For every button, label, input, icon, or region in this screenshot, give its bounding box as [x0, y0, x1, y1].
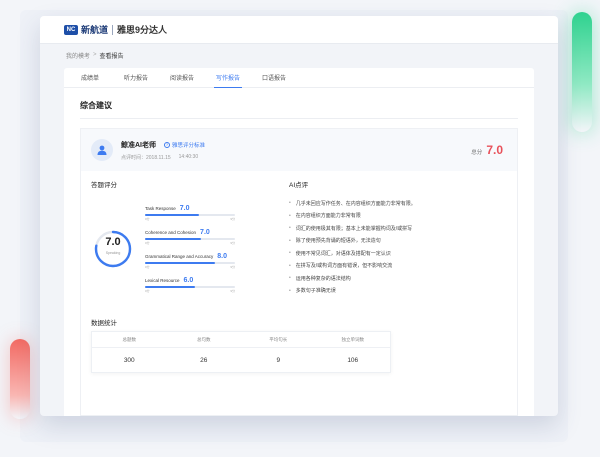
criterion-task-response: Task Response 7.0 0分 9分	[145, 205, 235, 221]
score-section-title: 答题评分	[91, 182, 117, 189]
tab-listening-report[interactable]: 听力报告	[114, 68, 158, 87]
criterion-name: Task Response	[145, 206, 176, 211]
advice-card: 鲸准AI老师 ? 雅思评分标准 点评时间：2018.11.15 14:40:30…	[80, 128, 518, 416]
stat-value: 106	[347, 356, 359, 364]
ai-comment: 在拼写及/或构词方面有错误，但不影响交流	[289, 260, 509, 273]
stat-total-questions: 总题数 300	[92, 332, 167, 372]
ai-comment: 多数句子准确无误	[289, 285, 509, 298]
decorative-red-bar	[10, 339, 30, 419]
avatar	[91, 139, 113, 161]
scale-min: 0分	[145, 265, 150, 269]
breadcrumb-parent[interactable]: 我的模考	[66, 51, 90, 60]
score-panel: 7.0 Speaking Task Response 7.0 0分 9分 Cohe…	[91, 199, 271, 299]
breadcrumb-current: 查看报告	[99, 53, 124, 60]
review-time: 点评时间：2018.11.15 14:40:30	[121, 154, 205, 161]
scale-min: 0分	[145, 241, 150, 245]
criterion-grammatical-range: Grammatical Range and Accuracy 8.0 0分 9分	[145, 253, 235, 269]
stats-table: 总题数 300 总句数 26 平均句长 9 独立单词数 106	[91, 331, 391, 373]
criterion-bar-fill	[145, 238, 201, 240]
total-score-value: 7.0	[486, 143, 503, 157]
criterion-score: 7.0	[200, 229, 210, 236]
criterion-bar-fill	[145, 262, 216, 264]
total-score: 总分 7.0	[471, 143, 503, 157]
scale-min: 0分	[145, 217, 150, 221]
criterion-bar	[145, 238, 235, 240]
ai-comments-list: 几乎未回应写作任务、在内容组织方面能力非常有限。 在内容组织方面能力非常有限 词…	[289, 197, 509, 297]
section-divider	[80, 118, 518, 119]
scoring-standard-label: 雅思评分标准	[172, 142, 206, 149]
stat-value: 9	[276, 356, 281, 364]
review-date: 点评时间：2018.11.15	[121, 154, 171, 161]
ai-comment: 几乎未回应写作任务、在内容组织方面能力非常有限。	[289, 197, 509, 210]
review-clock: 14:40:30	[178, 153, 199, 160]
stat-value: 26	[200, 356, 208, 364]
scoring-standard-link[interactable]: ? 雅思评分标准	[164, 141, 205, 149]
criterion-coherence-cohesion: Coherence and Cohesion 7.0 0分 9分	[145, 229, 235, 245]
tab-reading-report[interactable]: 阅读报告	[160, 68, 204, 87]
overall-score-ring	[94, 230, 132, 268]
criterion-name: Coherence and Cohesion	[145, 230, 197, 235]
stat-total-sentences: 总句数 26	[166, 332, 241, 372]
logo[interactable]: NC 新航道	[64, 23, 108, 36]
criterion-bar-fill	[145, 214, 199, 216]
teacher-name: 鲸准AI老师	[121, 141, 156, 149]
total-score-label: 总分	[471, 150, 483, 156]
stats-title: 数据统计	[91, 320, 117, 327]
top-bar: NC 新航道 雅思9分达人	[40, 16, 558, 44]
teacher-info: 鲸准AI老师 ? 雅思评分标准 点评时间：2018.11.15 14:40:30	[121, 140, 205, 161]
section-title: 综合建议	[80, 101, 112, 110]
ai-comment: 使用不常见词汇，对语体及搭配有一定认识	[289, 247, 509, 260]
overall-score: 7.0	[105, 236, 121, 248]
stat-unique-words: 独立单词数 106	[315, 332, 390, 372]
tab-writing-report[interactable]: 写作报告	[206, 68, 250, 88]
breadcrumb: 我的模考 > 查看报告	[40, 44, 558, 66]
stat-header: 总题数	[92, 332, 167, 348]
teacher-header: 鲸准AI老师 ? 雅思评分标准 点评时间：2018.11.15 14:40:30…	[81, 129, 517, 171]
criterion-bar-fill	[145, 286, 196, 288]
ai-comments-title: AI点评	[289, 182, 309, 189]
stat-header: 独立单词数	[315, 332, 390, 348]
question-icon: ?	[164, 141, 170, 148]
criterion-bar	[145, 286, 235, 288]
criterion-bar	[145, 214, 235, 216]
header-divider	[112, 24, 114, 35]
logo-mark-icon: NC	[64, 24, 78, 35]
ai-comment: 词汇的使用极其有限；基本上未能掌握构词及/或拼写	[289, 222, 509, 235]
ai-comment: 在内容组织方面能力非常有限	[289, 210, 509, 223]
user-icon	[97, 145, 107, 155]
logo-text: 新航道	[81, 25, 109, 35]
overall-score-label: Speaking	[105, 251, 121, 255]
score-section: 答题评分 7.0 Speaking Task Response 7.0 0分 9…	[91, 179, 271, 299]
tab-score-sheet[interactable]: 成绩单	[68, 68, 112, 87]
ai-comment: 运用各种复杂的语法结构	[289, 272, 509, 285]
criterion-score: 6.0	[183, 277, 194, 284]
criterion-lexical-resource: Lexical Resource 6.0 0分 9分	[145, 277, 235, 293]
criterion-name: Grammatical Range and Accuracy	[145, 254, 214, 259]
stat-value: 300	[123, 356, 135, 364]
stat-header: 平均句长	[241, 332, 316, 348]
scale-max: 9分	[230, 265, 235, 269]
scale-max: 9分	[230, 241, 235, 245]
decorative-green-bar	[572, 12, 592, 132]
scale-max: 9分	[230, 289, 235, 293]
ai-comments-section: AI点评 几乎未回应写作任务、在内容组织方面能力非常有限。 在内容组织方面能力非…	[289, 179, 509, 297]
scale-min: 0分	[145, 289, 150, 293]
tab-speaking-report[interactable]: 口语报告	[252, 68, 296, 87]
criterion-name: Lexical Resource	[145, 278, 180, 283]
app-title: 雅思9分达人	[117, 25, 168, 35]
report-content: 成绩单 听力报告 阅读报告 写作报告 口语报告 综合建议 鲸准AI老师 ? 雅思…	[64, 68, 534, 416]
criterion-score: 7.0	[179, 205, 190, 212]
report-tabs: 成绩单 听力报告 阅读报告 写作报告 口语报告	[64, 68, 534, 88]
stat-header: 总句数	[166, 332, 241, 348]
breadcrumb-separator: >	[93, 52, 97, 58]
criterion-score: 8.0	[217, 253, 228, 260]
criterion-bar	[145, 262, 235, 264]
stat-average-sentence-length: 平均句长 9	[241, 332, 316, 372]
app-window: NC 新航道 雅思9分达人 我的模考 > 查看报告 成绩单 听力报告 阅读报告 …	[40, 16, 558, 416]
ai-comment: 除了使用预先背诵的短语外，无法造句	[289, 235, 509, 248]
scale-max: 9分	[230, 217, 235, 221]
